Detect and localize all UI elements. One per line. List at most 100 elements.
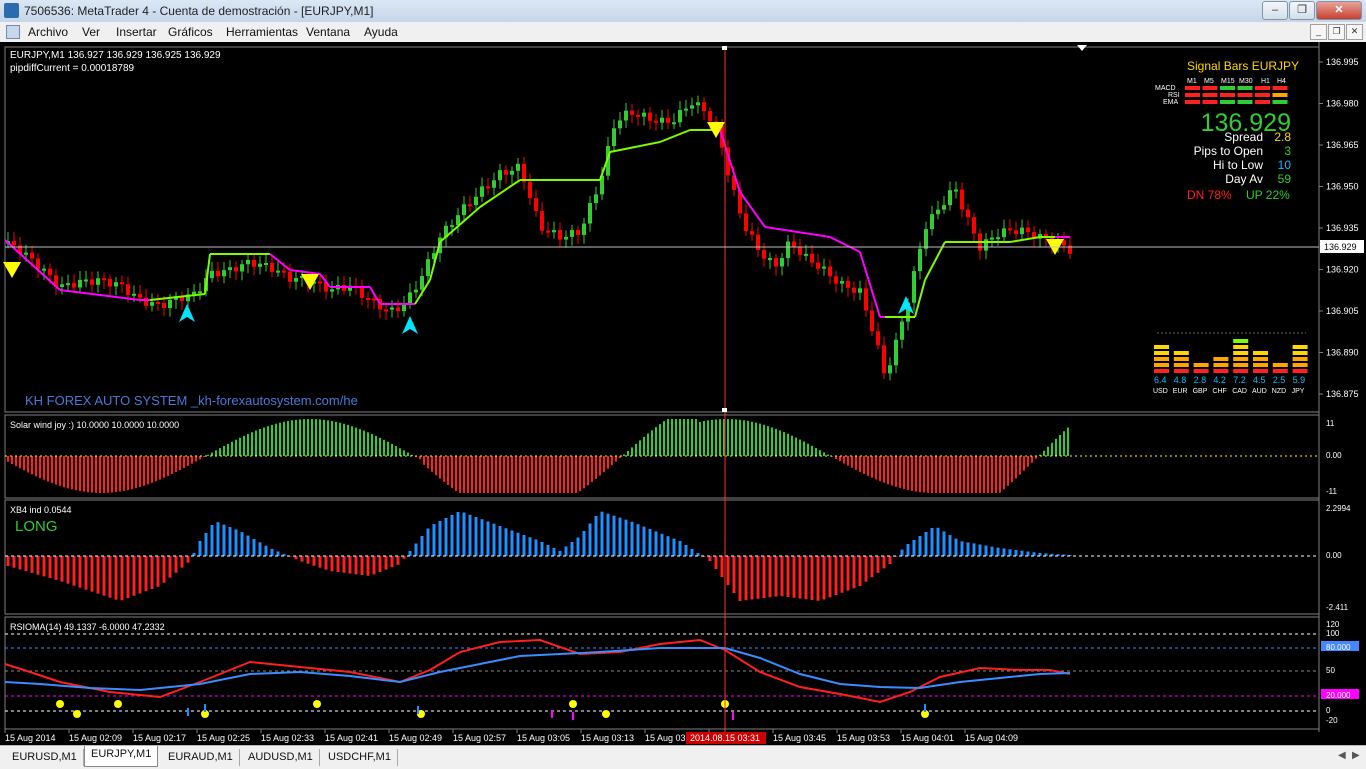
menu-archivo[interactable]: Archivo <box>28 25 68 39</box>
rsioma-signal-dot <box>114 700 122 708</box>
menu-graficos[interactable]: Gráficos <box>168 25 213 39</box>
strength-segment <box>1154 357 1169 361</box>
signal-bars-panel: Signal Bars EURJPY M1 M5 M15 M30 H1 H4 M… <box>1155 59 1299 202</box>
crosshair-time-label: 2014.08.15 03:31 <box>690 733 760 743</box>
xb4-signal: LONG <box>15 518 58 535</box>
signal-cell <box>1220 86 1235 90</box>
time-tick-label: 15 Aug 02:41 <box>325 733 378 743</box>
candle-body <box>684 108 688 111</box>
candle-body <box>264 263 268 266</box>
time-tick-label: 15 Aug 04:01 <box>901 733 954 743</box>
rsioma-red-line <box>4 638 1071 704</box>
tf-h1: H1 <box>1261 78 1270 85</box>
chart-header: EURJPY,M1 136.927 136.929 136.925 136.92… <box>10 50 221 61</box>
strength-segment <box>1233 363 1249 367</box>
tab-usdchf[interactable]: USDCHF,M1 <box>322 749 398 766</box>
chart-window[interactable]: 136.995 136.980 136.965 136.950 136.935 136.9… <box>0 42 1366 745</box>
strength-segment <box>1213 369 1229 373</box>
signal-cell <box>1237 86 1253 90</box>
time-tick-label: 15 Aug 03:05 <box>517 733 570 743</box>
window-title: 7506536: MetaTrader 4 - Cuenta de demost… <box>24 4 374 18</box>
strength-segment <box>1233 339 1249 343</box>
rsioma-scale-label: 50 <box>1326 666 1335 675</box>
menu-bar: Archivo Ver Insertar Gráficos Herramient… <box>0 22 1366 43</box>
candle-body <box>276 270 280 273</box>
candle-body <box>474 196 478 206</box>
strength-segment <box>1253 363 1268 367</box>
candle-body <box>948 190 952 206</box>
maximize-icon[interactable]: ❐ <box>1289 1 1315 20</box>
candle-body <box>504 170 508 175</box>
trail-line-segment <box>829 236 861 253</box>
menu-ver[interactable]: Ver <box>82 25 100 39</box>
strength-currency: AUD <box>1252 388 1267 395</box>
tab-scroll-right-icon[interactable]: ▶ <box>1352 750 1360 761</box>
rsioma-signal-dot <box>569 700 577 708</box>
candle-body <box>840 281 844 284</box>
solar-label: Solar wind joy :) 10.0000 10.0000 10.000… <box>10 420 179 430</box>
candle-body <box>510 170 514 175</box>
trail-line-segment <box>369 286 381 305</box>
strength-segment <box>1253 351 1268 355</box>
minimize-icon[interactable]: – <box>1262 1 1288 20</box>
strength-value: 4.8 <box>1174 375 1187 385</box>
tab-eurusd[interactable]: EURUSD,M1 <box>6 749 84 766</box>
candle-body <box>12 241 16 246</box>
candle-body <box>60 284 64 287</box>
trail-line-segment <box>739 191 766 228</box>
child-close-icon[interactable]: ✕ <box>1346 24 1363 40</box>
candle-body <box>570 230 574 237</box>
candle-body <box>246 259 250 265</box>
candle-body <box>546 230 550 233</box>
tab-audusd[interactable]: AUDUSD,M1 <box>242 749 320 766</box>
candle-body <box>138 293 142 298</box>
strength-segment <box>1292 351 1308 355</box>
time-tick-label: 15 Aug 2014 <box>5 733 56 743</box>
close-icon[interactable]: ✕ <box>1316 1 1362 20</box>
candle-body <box>360 286 364 298</box>
menu-herramientas[interactable]: Herramientas <box>226 25 298 39</box>
candle-body <box>516 163 520 171</box>
candle-body <box>114 282 118 287</box>
menu-ventana[interactable]: Ventana <box>306 25 350 39</box>
signal-cell <box>1185 100 1200 104</box>
time-tick-label: 15 Aug 03:45 <box>773 733 826 743</box>
rsioma-tick-bar <box>572 712 574 720</box>
candle-body <box>642 112 646 117</box>
tab-euraud[interactable]: EURAUD,M1 <box>162 749 240 766</box>
candle-body <box>858 288 862 293</box>
rsioma-scale-label: 20.000 <box>1326 691 1351 700</box>
solar-scale-label: 0.00 <box>1326 451 1342 460</box>
rsioma-scale-label: 120 <box>1326 620 1340 629</box>
xb4-scale-label: 2.2994 <box>1326 504 1351 513</box>
candle-body <box>594 194 598 204</box>
strength-segment <box>1154 351 1169 355</box>
trail-line-segment <box>914 279 926 318</box>
candle-body <box>42 268 46 271</box>
child-minimize-icon[interactable]: _ <box>1310 24 1327 40</box>
candle-body <box>156 301 160 304</box>
currency-strength-meter: 6.4 USD 4.8 EUR 2.8 GBP 4.2 CHF 7.2 CAD 4.5 AUD 2.5 N… <box>1153 339 1308 395</box>
candle-body <box>120 282 124 285</box>
candle-body <box>468 204 472 207</box>
rsioma-tick-bar <box>187 708 189 716</box>
candle-body <box>660 117 664 123</box>
menu-insertar[interactable]: Insertar <box>116 25 157 39</box>
child-restore-icon[interactable]: ❐ <box>1328 24 1345 40</box>
signal-cell <box>1272 100 1288 104</box>
price-tick-label: 136.950 <box>1326 182 1359 192</box>
chart-canvas[interactable]: 136.995 136.980 136.965 136.950 136.935 136.9… <box>0 42 1366 745</box>
strength-segment <box>1233 369 1249 373</box>
candle-body <box>810 253 814 263</box>
main-price-chart <box>3 95 1072 381</box>
signal-cell <box>1255 93 1270 97</box>
xb4-indicator <box>5 511 1319 601</box>
tab-eurjpy[interactable]: EURJPY,M1 <box>84 746 159 767</box>
time-tick-label: 15 Aug 02:57 <box>453 733 506 743</box>
candle-body <box>972 217 976 234</box>
tf-m15: M15 <box>1221 78 1235 85</box>
menu-ayuda[interactable]: Ayuda <box>364 25 398 39</box>
rsioma-scale-label: 100 <box>1326 629 1340 638</box>
tab-scroll-left-icon[interactable]: ◀ <box>1338 750 1346 761</box>
trail-line-segment <box>609 141 661 153</box>
